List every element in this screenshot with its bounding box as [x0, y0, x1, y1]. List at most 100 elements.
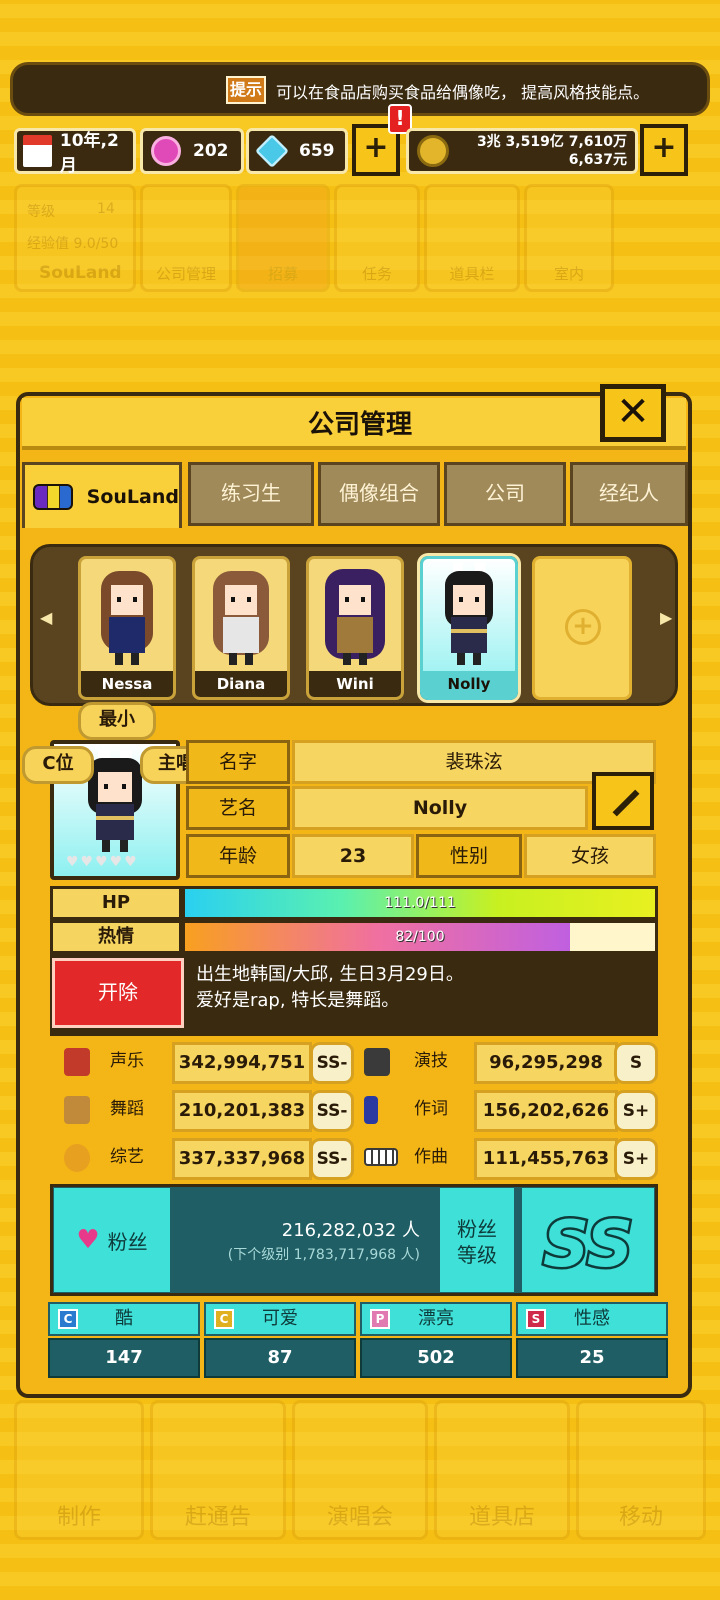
- member-card-nolly[interactable]: Nolly: [420, 556, 518, 700]
- nav-company-manage: 公司管理: [140, 184, 232, 292]
- fans-label-box: ♥ 粉丝: [54, 1188, 170, 1292]
- fans-count: 216,282,032 人: [281, 1220, 420, 1241]
- fans-grade-badge: SS: [541, 1206, 636, 1285]
- buy-money-button[interactable]: +: [640, 124, 688, 176]
- skill-name: 作词: [414, 1099, 448, 1119]
- style-pretty-value: 502: [360, 1338, 512, 1378]
- nav-interior: 室内: [524, 184, 614, 292]
- smile-icon: [64, 1144, 90, 1172]
- style-cool-value: 147: [48, 1338, 200, 1378]
- close-button[interactable]: ✕: [600, 384, 666, 442]
- fans-level-label-2: 等级: [457, 1243, 497, 1267]
- cool-icon: C: [58, 1309, 78, 1329]
- stage-name-value: Nolly: [292, 786, 588, 830]
- description-line1: 出生地韩国/大邱, 生日3月29日。: [196, 964, 464, 985]
- pen-icon: [364, 1096, 378, 1124]
- passion-label: 热情: [50, 920, 182, 954]
- money-line1: 3兆 3,519亿 7,610万: [476, 134, 627, 150]
- camera-icon: [364, 1048, 390, 1076]
- skill-grade: SS-: [310, 1042, 354, 1084]
- style-pretty-header: P 漂亮: [360, 1302, 512, 1336]
- hp-text: 111.0/111: [384, 895, 456, 911]
- tab-manager[interactable]: 经纪人: [570, 462, 688, 526]
- member-card-wini[interactable]: Wini: [306, 556, 404, 700]
- style-cute-value: 87: [204, 1338, 356, 1378]
- diana-sprite-icon: [213, 571, 269, 665]
- blue-gem-count: 659: [299, 141, 335, 161]
- style-sexy-label: 性感: [574, 1308, 610, 1329]
- skill-name: 作曲: [414, 1147, 448, 1167]
- member-card-diana[interactable]: Diana: [192, 556, 290, 700]
- skills-row-2: 舞蹈 210,201,383 SS- 作词 156,202,626 S+: [50, 1088, 658, 1134]
- skill-name: 综艺: [110, 1147, 144, 1167]
- nolly-sprite-icon: [445, 563, 493, 665]
- skill-value: 337,337,968: [172, 1138, 312, 1180]
- fans-level-label: 粉丝 等级: [440, 1188, 514, 1292]
- badge-center: C位: [22, 746, 94, 784]
- add-icon: +: [565, 609, 601, 645]
- skill-grade: SS-: [310, 1138, 354, 1180]
- date-box: 10年,2月: [14, 128, 136, 176]
- member-name: Diana: [195, 671, 287, 697]
- style-sexy-header: S 性感: [516, 1302, 668, 1336]
- member-name: Wini: [309, 671, 401, 697]
- member-card-nessa[interactable]: Nessa: [78, 556, 176, 700]
- level-label: 等级: [27, 204, 55, 220]
- company-name: SouLand: [39, 263, 122, 283]
- tab-company[interactable]: 公司: [444, 462, 566, 526]
- skill-grade: S: [614, 1042, 658, 1084]
- style-cute-label: 可爱: [262, 1308, 298, 1329]
- tab-souland-label: SouLand: [86, 485, 179, 508]
- blue-gem-icon: [255, 134, 289, 168]
- edit-name-button[interactable]: [592, 772, 654, 830]
- skill-grade: S+: [614, 1138, 658, 1180]
- bottom-schedule: 赶通告: [150, 1400, 286, 1540]
- tab-trainees[interactable]: 练习生: [188, 462, 314, 526]
- style-cute-header: C 可爱: [204, 1302, 356, 1336]
- style-cool-label: 酷: [115, 1308, 133, 1329]
- level-value: 14: [97, 201, 115, 217]
- heart-icon: ♥: [76, 1225, 100, 1255]
- tab-souland[interactable]: SouLand: [22, 462, 182, 528]
- tip-badge: 提示: [226, 76, 266, 104]
- calendar-icon: [23, 135, 52, 167]
- stage-name-label: 艺名: [186, 786, 290, 830]
- skill-name: 舞蹈: [110, 1099, 144, 1119]
- tab-idol-group[interactable]: 偶像组合: [318, 462, 440, 526]
- pink-gem-count: 202: [193, 141, 229, 161]
- shoe-icon: [64, 1096, 90, 1124]
- vocal-icon: [64, 1048, 90, 1076]
- add-member-slot[interactable]: +: [532, 556, 632, 700]
- piano-icon: [364, 1148, 398, 1166]
- name-label: 名字: [186, 740, 290, 784]
- skill-value: 210,201,383: [172, 1090, 312, 1132]
- member-name: Nessa: [81, 671, 173, 697]
- bottom-concert: 演唱会: [292, 1400, 428, 1540]
- skill-name: 声乐: [110, 1051, 144, 1071]
- pink-gem-box: 202: [140, 128, 244, 174]
- bottom-move: 移动: [576, 1400, 706, 1540]
- fire-button[interactable]: 开除: [52, 958, 184, 1028]
- member-name: Nolly: [423, 671, 515, 697]
- wini-sprite-icon: [325, 569, 385, 665]
- pretty-icon: P: [370, 1309, 390, 1329]
- fans-level-label-1: 粉丝: [457, 1217, 497, 1241]
- tip-text: 可以在食品店购买食品给偶像吃， 提高风格技能点。: [276, 83, 650, 102]
- style-cool-header: C 酷: [48, 1302, 200, 1336]
- age-value: 23: [292, 834, 414, 878]
- hp-label: HP: [50, 886, 182, 920]
- description-line2: 爱好是rap, 特长是舞蹈。: [196, 990, 400, 1011]
- gender-value: 女孩: [524, 834, 656, 878]
- coin-icon: [417, 135, 449, 167]
- description-text: 出生地韩国/大邱, 生日3月29日。 爱好是rap, 特长是舞蹈。: [196, 962, 464, 1014]
- fans-grade-text: SS: [543, 1208, 633, 1282]
- pink-gem-icon: [151, 136, 181, 166]
- style-pretty-label: 漂亮: [418, 1308, 454, 1329]
- bottom-produce: 制作: [14, 1400, 144, 1540]
- roster-left-arrow[interactable]: ◀: [40, 608, 54, 636]
- roster-right-arrow[interactable]: ▶: [660, 608, 674, 636]
- bottom-item-shop: 道具店: [434, 1400, 570, 1540]
- skill-value: 111,455,763: [474, 1138, 618, 1180]
- age-label: 年龄: [186, 834, 290, 878]
- fans-label: 粉丝: [107, 1229, 148, 1254]
